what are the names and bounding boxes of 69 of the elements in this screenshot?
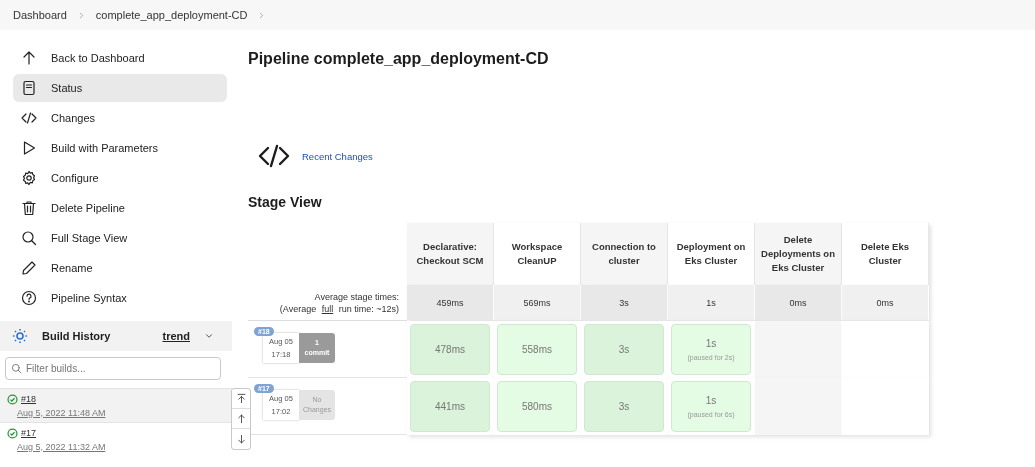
sidebar-item[interactable]: Configure <box>13 164 227 192</box>
success-icon <box>7 427 18 439</box>
sidebar-item[interactable]: Changes <box>13 104 227 132</box>
average-cell: 569ms <box>494 285 581 320</box>
sidebar-item-label: Delete Pipeline <box>51 202 125 214</box>
breadcrumb-link[interactable]: Dashboard <box>13 9 67 21</box>
sidebar-item[interactable]: Full Stage View <box>13 224 227 252</box>
sidebar-item-label: Changes <box>51 112 96 124</box>
build-history-title: Build History <box>42 330 112 342</box>
build-number-link[interactable]: #17 <box>21 428 37 438</box>
sidebar-item-label: Pipeline Syntax <box>51 292 127 304</box>
sidebar-item-label: Build with Parameters <box>51 142 158 154</box>
average-run-time: (Average full run time: ~12s) <box>279 303 399 314</box>
down-arrow-icon <box>235 433 247 445</box>
stage-header: Delete Deployments on Eks Cluster <box>755 223 842 285</box>
trash-icon <box>21 200 37 216</box>
stage-cell[interactable]: 3s <box>581 378 668 435</box>
caret-icon <box>204 331 214 341</box>
sidebar-item[interactable]: Pipeline Syntax <box>13 284 227 312</box>
help-icon <box>21 290 37 306</box>
stage-header: Delete Eks Cluster <box>842 223 929 285</box>
stage-cell[interactable]: 3s <box>581 321 668 378</box>
build-date-link[interactable]: Aug 5, 2022 11:48 AM <box>17 407 225 418</box>
full-link[interactable]: full <box>321 303 334 314</box>
up-arrow-icon <box>235 413 247 424</box>
breadcrumb-link[interactable]: complete_app_deployment-CD <box>95 9 248 21</box>
page-title: Pipeline complete_app_deployment-CD <box>248 50 550 68</box>
stage-cell[interactable]: 580ms <box>494 378 581 435</box>
top-arrow-icon <box>235 393 247 404</box>
sidebar-item[interactable]: Status <box>13 74 227 102</box>
search-icon <box>21 230 37 246</box>
sidebar-item-label: Full Stage View <box>51 232 128 244</box>
sidebar-item-label: Configure <box>51 172 99 184</box>
sidebar-item[interactable]: Build with Parameters <box>13 134 227 162</box>
stage-header: Deployment on Eks Cluster <box>668 223 755 285</box>
success-icon <box>7 393 18 405</box>
stage-header: Connection to cluster <box>581 223 668 285</box>
build-number-link[interactable]: #18 <box>21 394 37 404</box>
average-label: Average stage times: <box>314 291 399 302</box>
average-cell: 459ms <box>407 285 494 320</box>
average-cell: 0ms <box>842 285 929 320</box>
sun-icon <box>12 328 28 344</box>
document-icon <box>21 80 37 96</box>
sidebar-item[interactable]: Delete Pipeline <box>13 194 227 222</box>
stage-header: Workspace CleanUP <box>494 223 581 285</box>
search-icon <box>11 363 22 374</box>
up-arrow-icon <box>21 50 37 66</box>
stage-cell[interactable]: 478ms <box>407 321 494 378</box>
sidebar-item-label: Rename <box>51 262 93 274</box>
recent-changes-link[interactable]: Recent Changes <box>302 150 373 162</box>
sidebar-item-label: Status <box>51 82 83 94</box>
stage-cell[interactable]: 441ms <box>407 378 494 435</box>
stage-header: Declarative: Checkout SCM <box>407 223 494 285</box>
settings-icon <box>21 170 37 186</box>
average-cell: 0ms <box>755 285 842 320</box>
trend-link[interactable]: trend <box>162 330 190 342</box>
average-cell: 3s <box>581 285 668 320</box>
stage-cell[interactable]: 558ms <box>494 321 581 378</box>
code-icon <box>21 110 37 126</box>
filter-field[interactable]: Filter builds... <box>5 357 221 380</box>
sidebar-item[interactable]: Rename <box>13 254 227 282</box>
play-icon <box>21 140 37 156</box>
average-cell: 1s <box>668 285 755 320</box>
sidebar-item-label: Back to Dashboard <box>51 52 145 64</box>
sidebar-item[interactable]: Back to Dashboard <box>13 44 227 72</box>
section-title: Stage View <box>248 194 323 210</box>
pencil-icon <box>21 260 37 276</box>
build-date-link[interactable]: Aug 5, 2022 11:32 AM <box>17 441 225 452</box>
build-row[interactable]: #18 Aug 5, 2022 11:48 AM <box>0 388 232 422</box>
